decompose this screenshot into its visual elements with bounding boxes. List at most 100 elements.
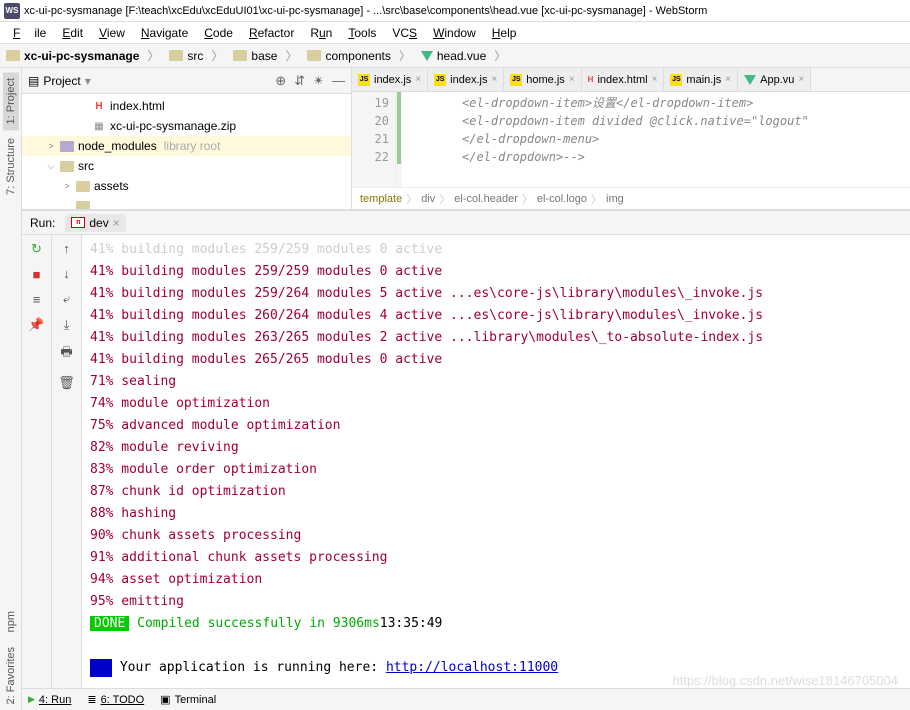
status-badge: DONE (90, 616, 129, 631)
tree-row[interactable]: ▦xc-ui-pc-sysmanage.zip (22, 116, 351, 136)
rerun-icon[interactable]: ↻ (31, 241, 42, 257)
gear-icon[interactable]: ✴ (313, 73, 324, 89)
breadcrumb-segment[interactable]: img (606, 193, 624, 205)
js-icon: JS (670, 74, 682, 86)
stop-icon[interactable]: ■ (33, 267, 41, 282)
editor-tab[interactable]: Hindex.html× (582, 68, 665, 91)
up-icon[interactable]: ↑ (63, 241, 70, 256)
menu-help[interactable]: Help (485, 24, 524, 42)
editor-tab[interactable]: JSindex.js× (428, 68, 504, 91)
menu-refactor[interactable]: Refactor (242, 24, 301, 42)
tool-tab-npm[interactable]: npm (3, 605, 19, 638)
console-line: 88% hashing (90, 503, 902, 525)
tool-tab-project[interactable]: 1: Project (3, 72, 19, 130)
close-icon[interactable]: × (569, 74, 575, 85)
folder-icon (233, 50, 247, 61)
menu-tools[interactable]: Tools (341, 24, 383, 42)
bottom-tool-stripe: ▶ 4: Run ≣ 6: TODO ▣ Terminal (22, 688, 910, 710)
menu-view[interactable]: View (92, 24, 132, 42)
tree-row[interactable]: >node_moduleslibrary root (22, 136, 351, 156)
tool-tab-structure[interactable]: 7: Structure (3, 132, 19, 201)
tree-hint: library root (164, 139, 221, 153)
tab-label: index.html (597, 74, 647, 86)
close-icon[interactable]: × (415, 74, 421, 85)
console-line: 41% building modules 265/265 modules 0 a… (90, 349, 902, 371)
clear-icon[interactable]: 🗑 (58, 375, 75, 391)
locate-icon[interactable]: ⊕ (275, 73, 286, 89)
chevron-right-icon: 〉 (494, 47, 506, 64)
close-icon[interactable]: × (652, 74, 658, 85)
tree-row[interactable]: ⌵src (22, 156, 351, 176)
soft-wrap-icon[interactable]: ⤶ (63, 291, 70, 307)
menu-code[interactable]: Code (197, 24, 240, 42)
tool-tab-todo[interactable]: ≣ 6: TODO (87, 693, 144, 706)
tree-label: node_modules (78, 139, 157, 153)
editor-panel: JSindex.js×JSindex.js×JShome.js×Hindex.h… (352, 68, 910, 209)
webstorm-icon: WS (4, 3, 20, 19)
menu-vcs[interactable]: VCS (385, 24, 424, 42)
left-tool-stripe: 1: Project 7: Structure npm 2: Favorites (0, 68, 22, 710)
chevron-right-icon: 〉 (399, 47, 411, 64)
breadcrumb-item[interactable]: base 〉 (229, 45, 303, 67)
folder-icon (59, 161, 75, 172)
chevron-down-icon[interactable]: ▾ (85, 74, 91, 88)
tool-tab-favorites[interactable]: 2: Favorites (3, 641, 19, 710)
tree-row[interactable] (22, 196, 351, 209)
npm-icon: n (71, 217, 85, 228)
breadcrumb-segment[interactable]: div (421, 193, 435, 205)
code-area[interactable]: <el-dropdown-item>设置</el-dropdown-item><… (402, 92, 910, 187)
info-badge (90, 659, 112, 677)
tool-tab-terminal[interactable]: ▣ Terminal (160, 693, 216, 706)
folder-icon (6, 50, 20, 61)
html-file-icon: H (91, 101, 107, 112)
menu-window[interactable]: Window (426, 24, 483, 42)
breadcrumb-segment[interactable]: template (360, 193, 402, 205)
chevron-right-icon: 〉 (591, 191, 602, 207)
close-icon[interactable]: × (113, 216, 120, 230)
menu-run[interactable]: Run (303, 24, 339, 42)
editor-tab[interactable]: App.vu× (738, 68, 811, 91)
tab-label: main.js (686, 74, 721, 86)
breadcrumb-item[interactable]: src 〉 (165, 45, 229, 67)
breadcrumb-label: xc-ui-pc-sysmanage (24, 49, 139, 63)
console-line: 94% asset optimization (90, 569, 902, 591)
close-icon[interactable]: × (491, 74, 497, 85)
project-title[interactable]: Project (43, 74, 80, 88)
breadcrumb-segment[interactable]: el-col.header (454, 193, 518, 205)
tree-row[interactable]: Hindex.html (22, 96, 351, 116)
tree-row[interactable]: >assets (22, 176, 351, 196)
close-icon[interactable]: × (798, 74, 804, 85)
tree-arrow-icon: ⌵ (46, 161, 56, 172)
close-icon[interactable]: × (725, 74, 731, 85)
menu-edit[interactable]: Edit (55, 24, 90, 42)
down-icon[interactable]: ↓ (63, 266, 70, 281)
tree-label: xc-ui-pc-sysmanage.zip (110, 119, 236, 133)
console-line: 91% additional chunk assets processing (90, 547, 902, 569)
console-line: 83% module order optimization (90, 459, 902, 481)
app-url-link[interactable]: http://localhost:11000 (386, 660, 558, 675)
run-toolbar-primary: ↻ ■ ≡ 📌 (22, 235, 52, 688)
print-icon[interactable]: 🖶 (60, 343, 72, 365)
hide-icon[interactable]: — (332, 73, 345, 89)
tab-label: home.js (526, 74, 565, 86)
project-tree[interactable]: Hindex.html▦xc-ui-pc-sysmanage.zip>node_… (22, 94, 351, 209)
dump-threads-icon[interactable]: ≡ (33, 292, 41, 307)
console-output[interactable]: 41% building modules 259/259 modules 0 a… (82, 235, 910, 688)
breadcrumb-segment[interactable]: el-col.logo (537, 193, 587, 205)
menu-file[interactable]: File (6, 24, 53, 42)
collapse-icon[interactable]: ⇵ (294, 73, 305, 89)
scroll-end-icon[interactable]: ⤓ (64, 317, 70, 333)
tool-tab-run[interactable]: ▶ 4: Run (28, 694, 71, 706)
breadcrumb-root[interactable]: xc-ui-pc-sysmanage 〉 (2, 45, 165, 67)
menu-navigate[interactable]: Navigate (134, 24, 195, 42)
pin-icon[interactable]: 📌 (28, 317, 44, 333)
breadcrumb-item[interactable]: head.vue 〉 (417, 45, 512, 67)
breadcrumb-item[interactable]: components 〉 (303, 45, 416, 67)
console-line: Compiled successfully in 9306ms (129, 616, 379, 631)
editor-tab[interactable]: JShome.js× (504, 68, 581, 91)
folder-icon (75, 181, 91, 192)
editor-tab[interactable]: JS main.js × (664, 68, 738, 91)
archive-icon: ▦ (91, 121, 107, 132)
editor-tab[interactable]: JSindex.js× (352, 68, 428, 91)
run-config-tab[interactable]: n dev × (65, 214, 125, 232)
